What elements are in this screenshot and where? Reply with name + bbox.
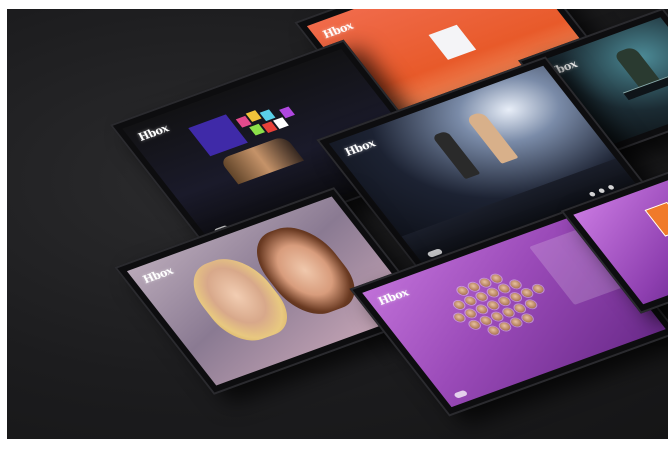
contestant-face bbox=[512, 303, 527, 314]
contestant-face bbox=[486, 299, 501, 311]
contestant-face bbox=[519, 287, 535, 299]
contestant-face bbox=[474, 304, 490, 315]
contestant-face bbox=[474, 291, 489, 302]
contestant-face bbox=[455, 285, 470, 297]
tablet-logo: Hbox bbox=[374, 286, 412, 308]
contestant-face bbox=[501, 307, 516, 318]
contestant-face bbox=[508, 291, 523, 303]
contestant-face bbox=[508, 279, 523, 290]
tablet-logo: Hbox bbox=[139, 264, 177, 286]
contestant-face bbox=[497, 295, 512, 307]
orange-card bbox=[644, 201, 668, 237]
contestant-face bbox=[466, 281, 482, 293]
singer-figure bbox=[431, 130, 481, 180]
contestant-face bbox=[520, 313, 535, 324]
contestant-face bbox=[509, 317, 524, 328]
contestant-face bbox=[486, 325, 501, 336]
album-thumbnail bbox=[428, 24, 477, 60]
contestant-face bbox=[463, 295, 478, 307]
contestant-face bbox=[497, 283, 512, 294]
contestant-face bbox=[497, 321, 513, 332]
contestant-face bbox=[452, 312, 467, 323]
playback-bar bbox=[453, 389, 469, 399]
tablet-logo: Hbox bbox=[319, 19, 357, 41]
tablet-logo: Hbox bbox=[341, 137, 379, 159]
tablet-logo: Hbox bbox=[135, 122, 172, 144]
contestant-face bbox=[485, 287, 501, 298]
mockup-scene: Hbox Hbox Hbox Hbox Hbox Hbox bbox=[7, 9, 668, 439]
contestant-face bbox=[463, 308, 478, 319]
contestant-face bbox=[489, 273, 504, 284]
contestant-face bbox=[478, 315, 494, 326]
contestant-face bbox=[490, 311, 505, 322]
contestant-face bbox=[478, 277, 493, 288]
singer-figure bbox=[465, 111, 519, 164]
contestant-face bbox=[531, 283, 546, 295]
contestant-face bbox=[452, 299, 467, 311]
contestant-face bbox=[523, 298, 539, 310]
contestant-face bbox=[467, 319, 482, 331]
